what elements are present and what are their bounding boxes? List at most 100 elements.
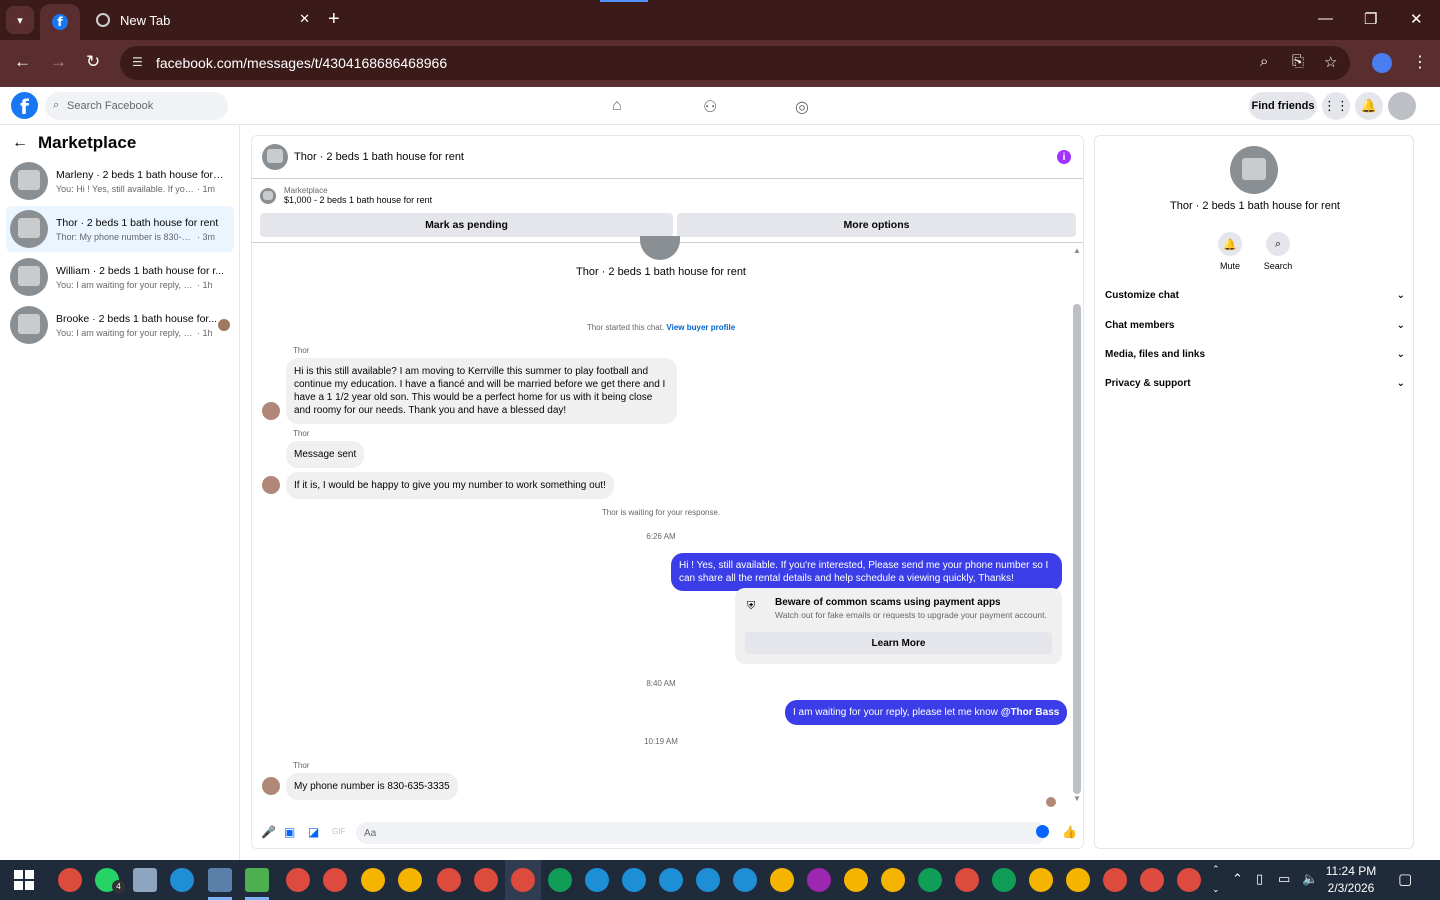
media-files-links-section[interactable]: Media, files and links ⌄ [1105, 349, 1405, 360]
friends-icon[interactable]: ⚇ [703, 97, 717, 117]
chrome-taskbar-icon[interactable] [585, 868, 609, 892]
sticker-icon[interactable]: ◪ [308, 825, 319, 839]
find-friends-button[interactable]: Find friends [1249, 92, 1317, 120]
mention-link[interactable]: @Thor Bass [1001, 707, 1060, 718]
taskbar-scroll-up-icon[interactable]: ⌃ [1212, 864, 1220, 875]
browser-profile-avatar[interactable] [1372, 53, 1392, 73]
back-arrow-icon[interactable]: ← [12, 134, 28, 152]
message-input[interactable]: Aa [356, 822, 1046, 844]
listing-summary[interactable]: Marketplace $1,000 - 2 beds 1 bath house… [260, 186, 432, 205]
site-info-icon[interactable]: ☰ [132, 55, 148, 71]
chrome-taskbar-icon[interactable] [918, 868, 942, 892]
search-chat-button[interactable]: ⌕ Search [1253, 232, 1303, 271]
tab-search-button[interactable]: ▾ [6, 6, 34, 34]
facebook-logo-icon[interactable]: f [11, 92, 38, 119]
home-icon[interactable]: ⌂ [612, 97, 622, 115]
show-hidden-icons-icon[interactable]: ⌃ [1232, 871, 1243, 887]
chrome-taskbar-icon[interactable] [511, 868, 535, 892]
minimize-icon[interactable]: — [1318, 10, 1333, 27]
restore-icon[interactable]: ❐ [1364, 10, 1377, 28]
chrome-taskbar-icon[interactable] [548, 868, 572, 892]
chrome-taskbar-icon[interactable] [881, 868, 905, 892]
device-icon[interactable]: ▯ [1256, 871, 1263, 887]
menu-grid-icon[interactable]: ⋮⋮ [1322, 92, 1350, 120]
search-input[interactable]: ⌕ Search Facebook [45, 92, 228, 120]
gif-icon[interactable]: GIF [332, 827, 345, 836]
chrome-taskbar-icon[interactable] [733, 868, 757, 892]
marketplace-label: Marketplace [284, 186, 328, 195]
chrome-taskbar-icon[interactable] [474, 868, 498, 892]
mute-button[interactable]: 🔔 Mute [1205, 232, 1255, 271]
chrome-taskbar-icon[interactable] [286, 868, 310, 892]
more-options-button[interactable]: More options [677, 213, 1076, 237]
new-tab-button[interactable]: + [328, 8, 340, 31]
address-bar[interactable]: ☰ facebook.com/messages/t/43041686864689… [120, 46, 1350, 80]
timestamp: 6:26 AM [646, 532, 676, 541]
view-buyer-profile-link[interactable]: View buyer profile [666, 323, 735, 332]
chrome-taskbar-icon[interactable] [696, 868, 720, 892]
chrome-taskbar-icon[interactable] [844, 868, 868, 892]
chrome-taskbar-icon[interactable] [437, 868, 461, 892]
chrome-taskbar-icon[interactable] [1029, 868, 1053, 892]
chat-members-section[interactable]: Chat members ⌄ [1105, 320, 1405, 331]
chrome-taskbar-icon[interactable] [361, 868, 385, 892]
bookmark-star-icon[interactable]: ☆ [1324, 53, 1337, 71]
sheets-taskbar-icon[interactable] [245, 868, 269, 892]
avatar[interactable] [262, 144, 288, 170]
scroll-down-icon[interactable]: ▼ [1073, 794, 1081, 803]
chrome-taskbar-icon[interactable] [58, 868, 82, 892]
volume-icon[interactable]: 🔈 [1302, 871, 1318, 887]
zoom-icon[interactable]: ⌕ [1260, 53, 1268, 70]
chrome-taskbar-icon[interactable] [1103, 868, 1127, 892]
chrome-taskbar-icon[interactable] [1066, 868, 1090, 892]
reload-icon[interactable]: ↻ [86, 52, 100, 72]
conversation-name: Brooke · 2 beds 1 bath house for... [56, 312, 218, 325]
app-taskbar-icon[interactable] [208, 868, 232, 892]
mark-as-pending-button[interactable]: Mark as pending [260, 213, 673, 237]
chrome-taskbar-icon[interactable] [807, 868, 831, 892]
groups-icon[interactable]: ◎ [795, 97, 809, 117]
windows-start-icon[interactable] [14, 870, 34, 890]
chat-title[interactable]: Thor · 2 beds 1 bath house for rent [294, 151, 464, 163]
edge-taskbar-icon[interactable] [170, 868, 194, 892]
chrome-taskbar-icon[interactable] [992, 868, 1016, 892]
scroll-up-icon[interactable]: ▲ [1073, 246, 1081, 255]
close-window-icon[interactable]: ✕ [1410, 10, 1423, 28]
taskbar-scroll-down-icon[interactable]: ⌄ [1212, 884, 1220, 895]
microphone-icon[interactable]: 🎤 [261, 825, 276, 839]
thumbs-up-icon[interactable]: 👍 [1062, 825, 1077, 839]
chrome-taskbar-icon[interactable] [1177, 868, 1201, 892]
network-icon[interactable]: ▭ [1278, 871, 1290, 887]
conversation-item-active[interactable]: Thor · 2 beds 1 bath house for rent Thor… [6, 206, 234, 252]
chrome-taskbar-icon[interactable] [955, 868, 979, 892]
conversation-item[interactable]: Marleny · 2 beds 1 bath house for r... Y… [6, 158, 234, 204]
keyboard-taskbar-icon[interactable] [133, 868, 157, 892]
system-clock[interactable]: 11:24 PM 2/3/2026 [1320, 863, 1382, 897]
emoji-icon[interactable] [1036, 825, 1049, 838]
info-icon[interactable]: i [1057, 150, 1071, 164]
scrollbar-thumb[interactable] [1073, 304, 1081, 794]
learn-more-button[interactable]: Learn More [745, 632, 1052, 654]
chrome-taskbar-icon[interactable] [659, 868, 683, 892]
close-tab-icon[interactable]: ✕ [299, 11, 310, 27]
chrome-taskbar-icon[interactable] [323, 868, 347, 892]
chat-scrollbar[interactable]: ▲ ▼ [1070, 246, 1083, 806]
conversation-item[interactable]: Brooke · 2 beds 1 bath house for... You:… [6, 302, 234, 348]
notifications-bell-icon[interactable]: 🔔 [1355, 92, 1383, 120]
notification-center-icon[interactable]: ▢ [1398, 870, 1412, 888]
account-avatar[interactable] [1388, 92, 1416, 120]
tab-new-tab[interactable]: New Tab ✕ [84, 4, 320, 36]
tab-facebook[interactable]: f [40, 4, 80, 40]
browser-menu-icon[interactable]: ⋮ [1412, 52, 1428, 72]
privacy-support-section[interactable]: Privacy & support ⌄ [1105, 378, 1405, 389]
photo-icon[interactable]: ▣ [284, 825, 295, 839]
customize-chat-section[interactable]: Customize chat ⌄ [1105, 290, 1405, 301]
back-icon[interactable]: ← [14, 52, 31, 72]
chrome-taskbar-icon[interactable] [622, 868, 646, 892]
conversation-item[interactable]: William · 2 beds 1 bath house for r... Y… [6, 254, 234, 300]
chrome-taskbar-icon[interactable] [770, 868, 794, 892]
chrome-taskbar-icon[interactable] [1140, 868, 1164, 892]
install-icon[interactable]: ⎘ [1292, 53, 1304, 70]
chrome-taskbar-icon[interactable] [398, 868, 422, 892]
forward-icon[interactable]: → [50, 52, 67, 72]
